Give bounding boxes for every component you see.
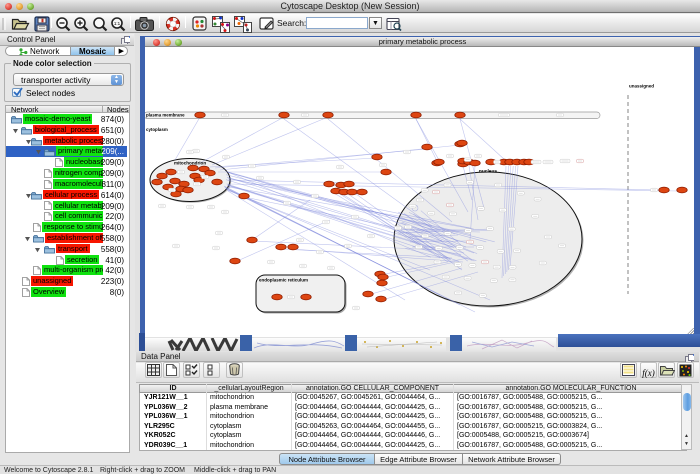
svg-text:unassigned: unassigned — [629, 84, 654, 89]
svg-text:1:1: 1:1 — [114, 21, 121, 26]
svg-text:cytoplasm: cytoplasm — [146, 127, 168, 132]
svg-text:endoplasmic reticulum: endoplasmic reticulum — [259, 278, 308, 283]
svg-text:nucleus: nucleus — [479, 169, 497, 175]
svg-text:mitochondrion: mitochondrion — [174, 161, 206, 166]
svg-text:plasma membrane: plasma membrane — [146, 113, 185, 118]
